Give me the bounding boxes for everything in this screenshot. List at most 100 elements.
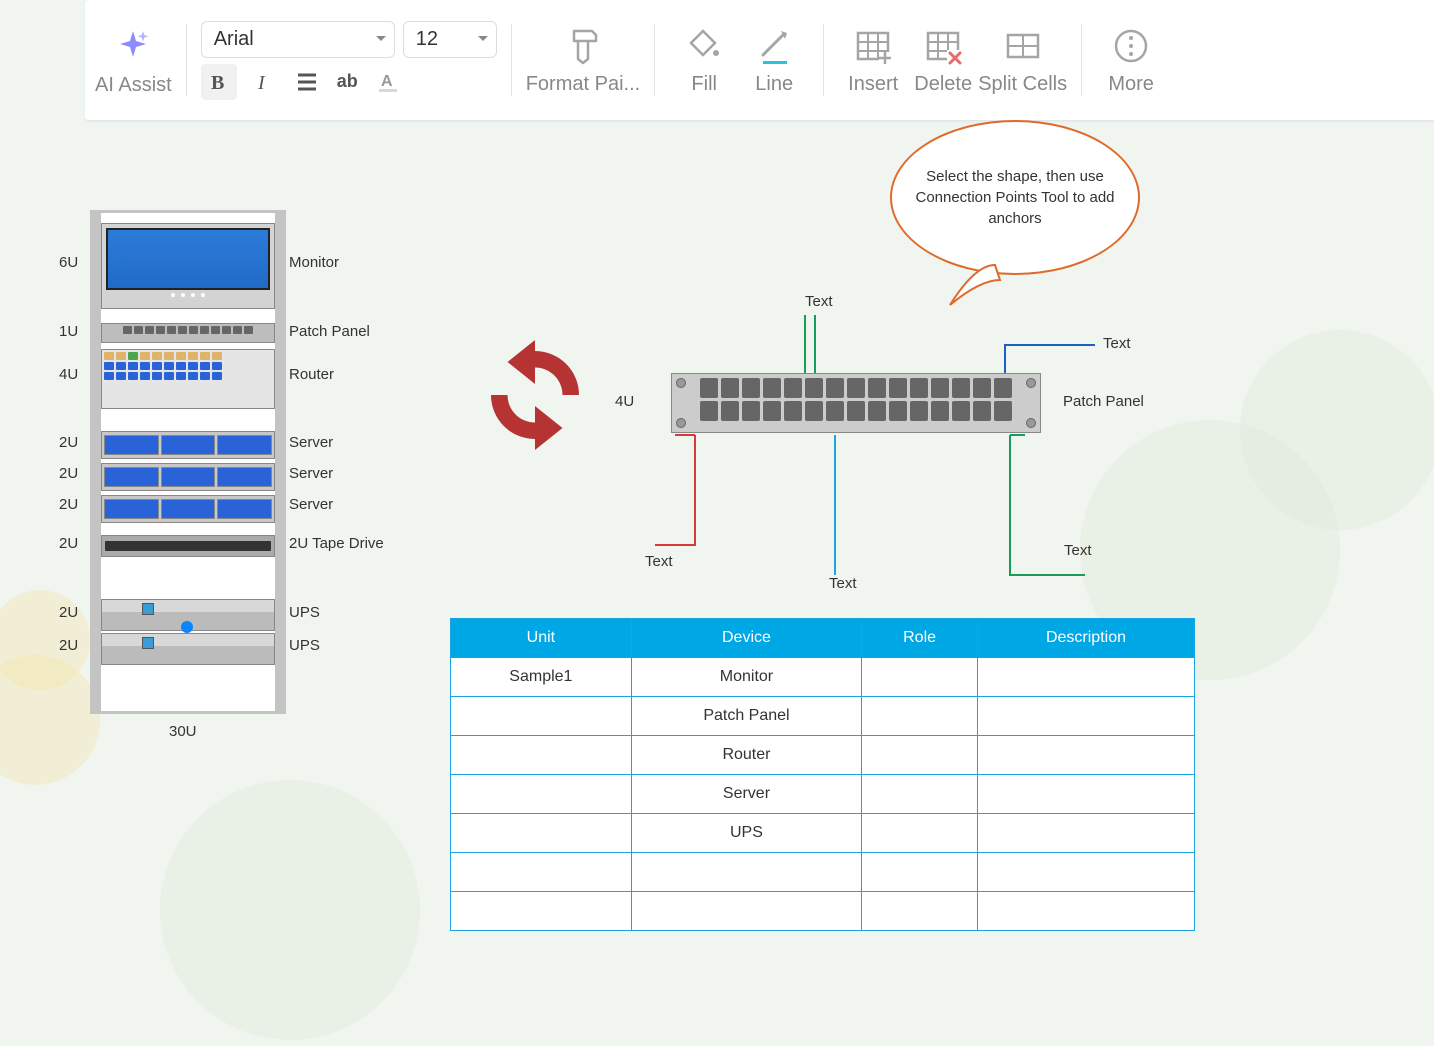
cell[interactable]: [451, 892, 632, 931]
port-label[interactable]: Text: [805, 293, 833, 310]
svg-text:I: I: [257, 72, 266, 93]
rack-device-server[interactable]: [101, 463, 275, 491]
cell[interactable]: [862, 775, 978, 814]
fill-button[interactable]: Fill: [669, 25, 739, 96]
italic-button[interactable]: I: [245, 64, 281, 100]
line-button[interactable]: Line: [739, 25, 809, 96]
table-row[interactable]: Patch Panel: [451, 697, 1195, 736]
callout-tail: [945, 260, 1005, 310]
table-row[interactable]: UPS: [451, 814, 1195, 853]
cell[interactable]: [862, 853, 978, 892]
font-family-select[interactable]: Arial: [201, 21, 395, 58]
cell[interactable]: [977, 853, 1194, 892]
cell[interactable]: [451, 853, 632, 892]
col-header-unit[interactable]: Unit: [451, 619, 632, 658]
rack-device-patch-panel[interactable]: [101, 323, 275, 343]
table-row[interactable]: [451, 853, 1195, 892]
more-button[interactable]: More: [1096, 25, 1166, 96]
cell[interactable]: [977, 775, 1194, 814]
table-row[interactable]: Sample1Monitor: [451, 658, 1195, 697]
cell[interactable]: [862, 736, 978, 775]
selection-handle[interactable]: [181, 621, 193, 633]
port-label[interactable]: Text: [1064, 542, 1092, 559]
cell[interactable]: [631, 853, 861, 892]
canvas[interactable]: 6U 1U 4U 2U 2U 2U 2U 2U 2U Monitor Patch…: [0, 120, 1434, 1046]
port-label[interactable]: Text: [1103, 335, 1131, 352]
bold-button[interactable]: B: [201, 64, 237, 100]
cell[interactable]: [631, 892, 861, 931]
unit-label: 1U: [59, 323, 78, 340]
rack-diagram[interactable]: 6U 1U 4U 2U 2U 2U 2U 2U 2U Monitor Patch…: [45, 210, 415, 714]
rack-device-ups[interactable]: [101, 633, 275, 665]
patch-panel-u-label: 4U: [615, 393, 634, 410]
rack-device-server[interactable]: [101, 495, 275, 523]
rack-device-tape-drive[interactable]: [101, 535, 275, 557]
device-label: Server: [289, 434, 333, 451]
ai-assist-button[interactable]: AI Assist: [95, 24, 172, 97]
col-header-description[interactable]: Description: [977, 619, 1194, 658]
cell[interactable]: [451, 775, 632, 814]
delete-table-icon: [922, 25, 964, 67]
svg-text:A: A: [381, 73, 393, 90]
cell[interactable]: [977, 697, 1194, 736]
font-color-button[interactable]: A: [370, 64, 406, 100]
table-row[interactable]: Server: [451, 775, 1195, 814]
cell[interactable]: [862, 814, 978, 853]
cell[interactable]: Server: [631, 775, 861, 814]
callout-bubble[interactable]: Select the shape, then use Connection Po…: [890, 120, 1140, 275]
split-cells-icon: [1002, 25, 1044, 67]
font-size-select[interactable]: 12: [403, 21, 497, 58]
rack-device-server[interactable]: [101, 431, 275, 459]
cell[interactable]: [451, 697, 632, 736]
table-header-row: Unit Device Role Description: [451, 619, 1195, 658]
unit-label: 2U: [59, 637, 78, 654]
device-label: Patch Panel: [289, 323, 370, 340]
split-cells-button[interactable]: Split Cells: [978, 25, 1067, 96]
cell[interactable]: Router: [631, 736, 861, 775]
text-direction-button[interactable]: ab: [333, 64, 362, 100]
rack-device-router[interactable]: [101, 349, 275, 409]
rack-frame[interactable]: [90, 210, 286, 714]
unit-label: 2U: [59, 604, 78, 621]
font-group: Arial 12 B I ab A: [201, 21, 497, 100]
table-row[interactable]: [451, 892, 1195, 931]
device-label: Monitor: [289, 254, 339, 271]
patch-panel-diagram[interactable]: 4U Patch Panel Text Text Text Text Te: [615, 275, 1215, 575]
sparkle-icon: [113, 27, 153, 67]
table-row[interactable]: Router: [451, 736, 1195, 775]
rack-device-monitor[interactable]: [101, 223, 275, 309]
device-table[interactable]: Unit Device Role Description Sample1Moni…: [450, 618, 1195, 931]
format-painter-icon: [562, 25, 604, 67]
cell[interactable]: [977, 658, 1194, 697]
cell[interactable]: [977, 814, 1194, 853]
cell[interactable]: [862, 658, 978, 697]
cell[interactable]: [977, 892, 1194, 931]
fill-label: Fill: [691, 73, 717, 96]
cell[interactable]: [862, 697, 978, 736]
sync-arrows-icon[interactable]: [480, 340, 590, 450]
cell[interactable]: Patch Panel: [631, 697, 861, 736]
fill-icon: [683, 25, 725, 67]
align-button[interactable]: [289, 64, 325, 100]
unit-label: 6U: [59, 254, 78, 271]
delete-button[interactable]: Delete: [908, 25, 978, 96]
cell[interactable]: [451, 736, 632, 775]
port-label[interactable]: Text: [829, 575, 857, 592]
format-painter-button[interactable]: Format Pai...: [526, 25, 640, 96]
port-label[interactable]: Text: [645, 553, 673, 570]
insert-table-icon: [852, 25, 894, 67]
cell[interactable]: [862, 892, 978, 931]
cell[interactable]: UPS: [631, 814, 861, 853]
col-header-role[interactable]: Role: [862, 619, 978, 658]
insert-button[interactable]: Insert: [838, 25, 908, 96]
cell[interactable]: Monitor: [631, 658, 861, 697]
unit-label: 2U: [59, 434, 78, 451]
patch-panel-shape[interactable]: [671, 373, 1041, 433]
line-icon: [753, 25, 795, 67]
cell[interactable]: Sample1: [451, 658, 632, 697]
cell[interactable]: [451, 814, 632, 853]
cell[interactable]: [977, 736, 1194, 775]
col-header-device[interactable]: Device: [631, 619, 861, 658]
font-family-value: Arial: [214, 28, 254, 51]
line-label: Line: [755, 73, 793, 96]
